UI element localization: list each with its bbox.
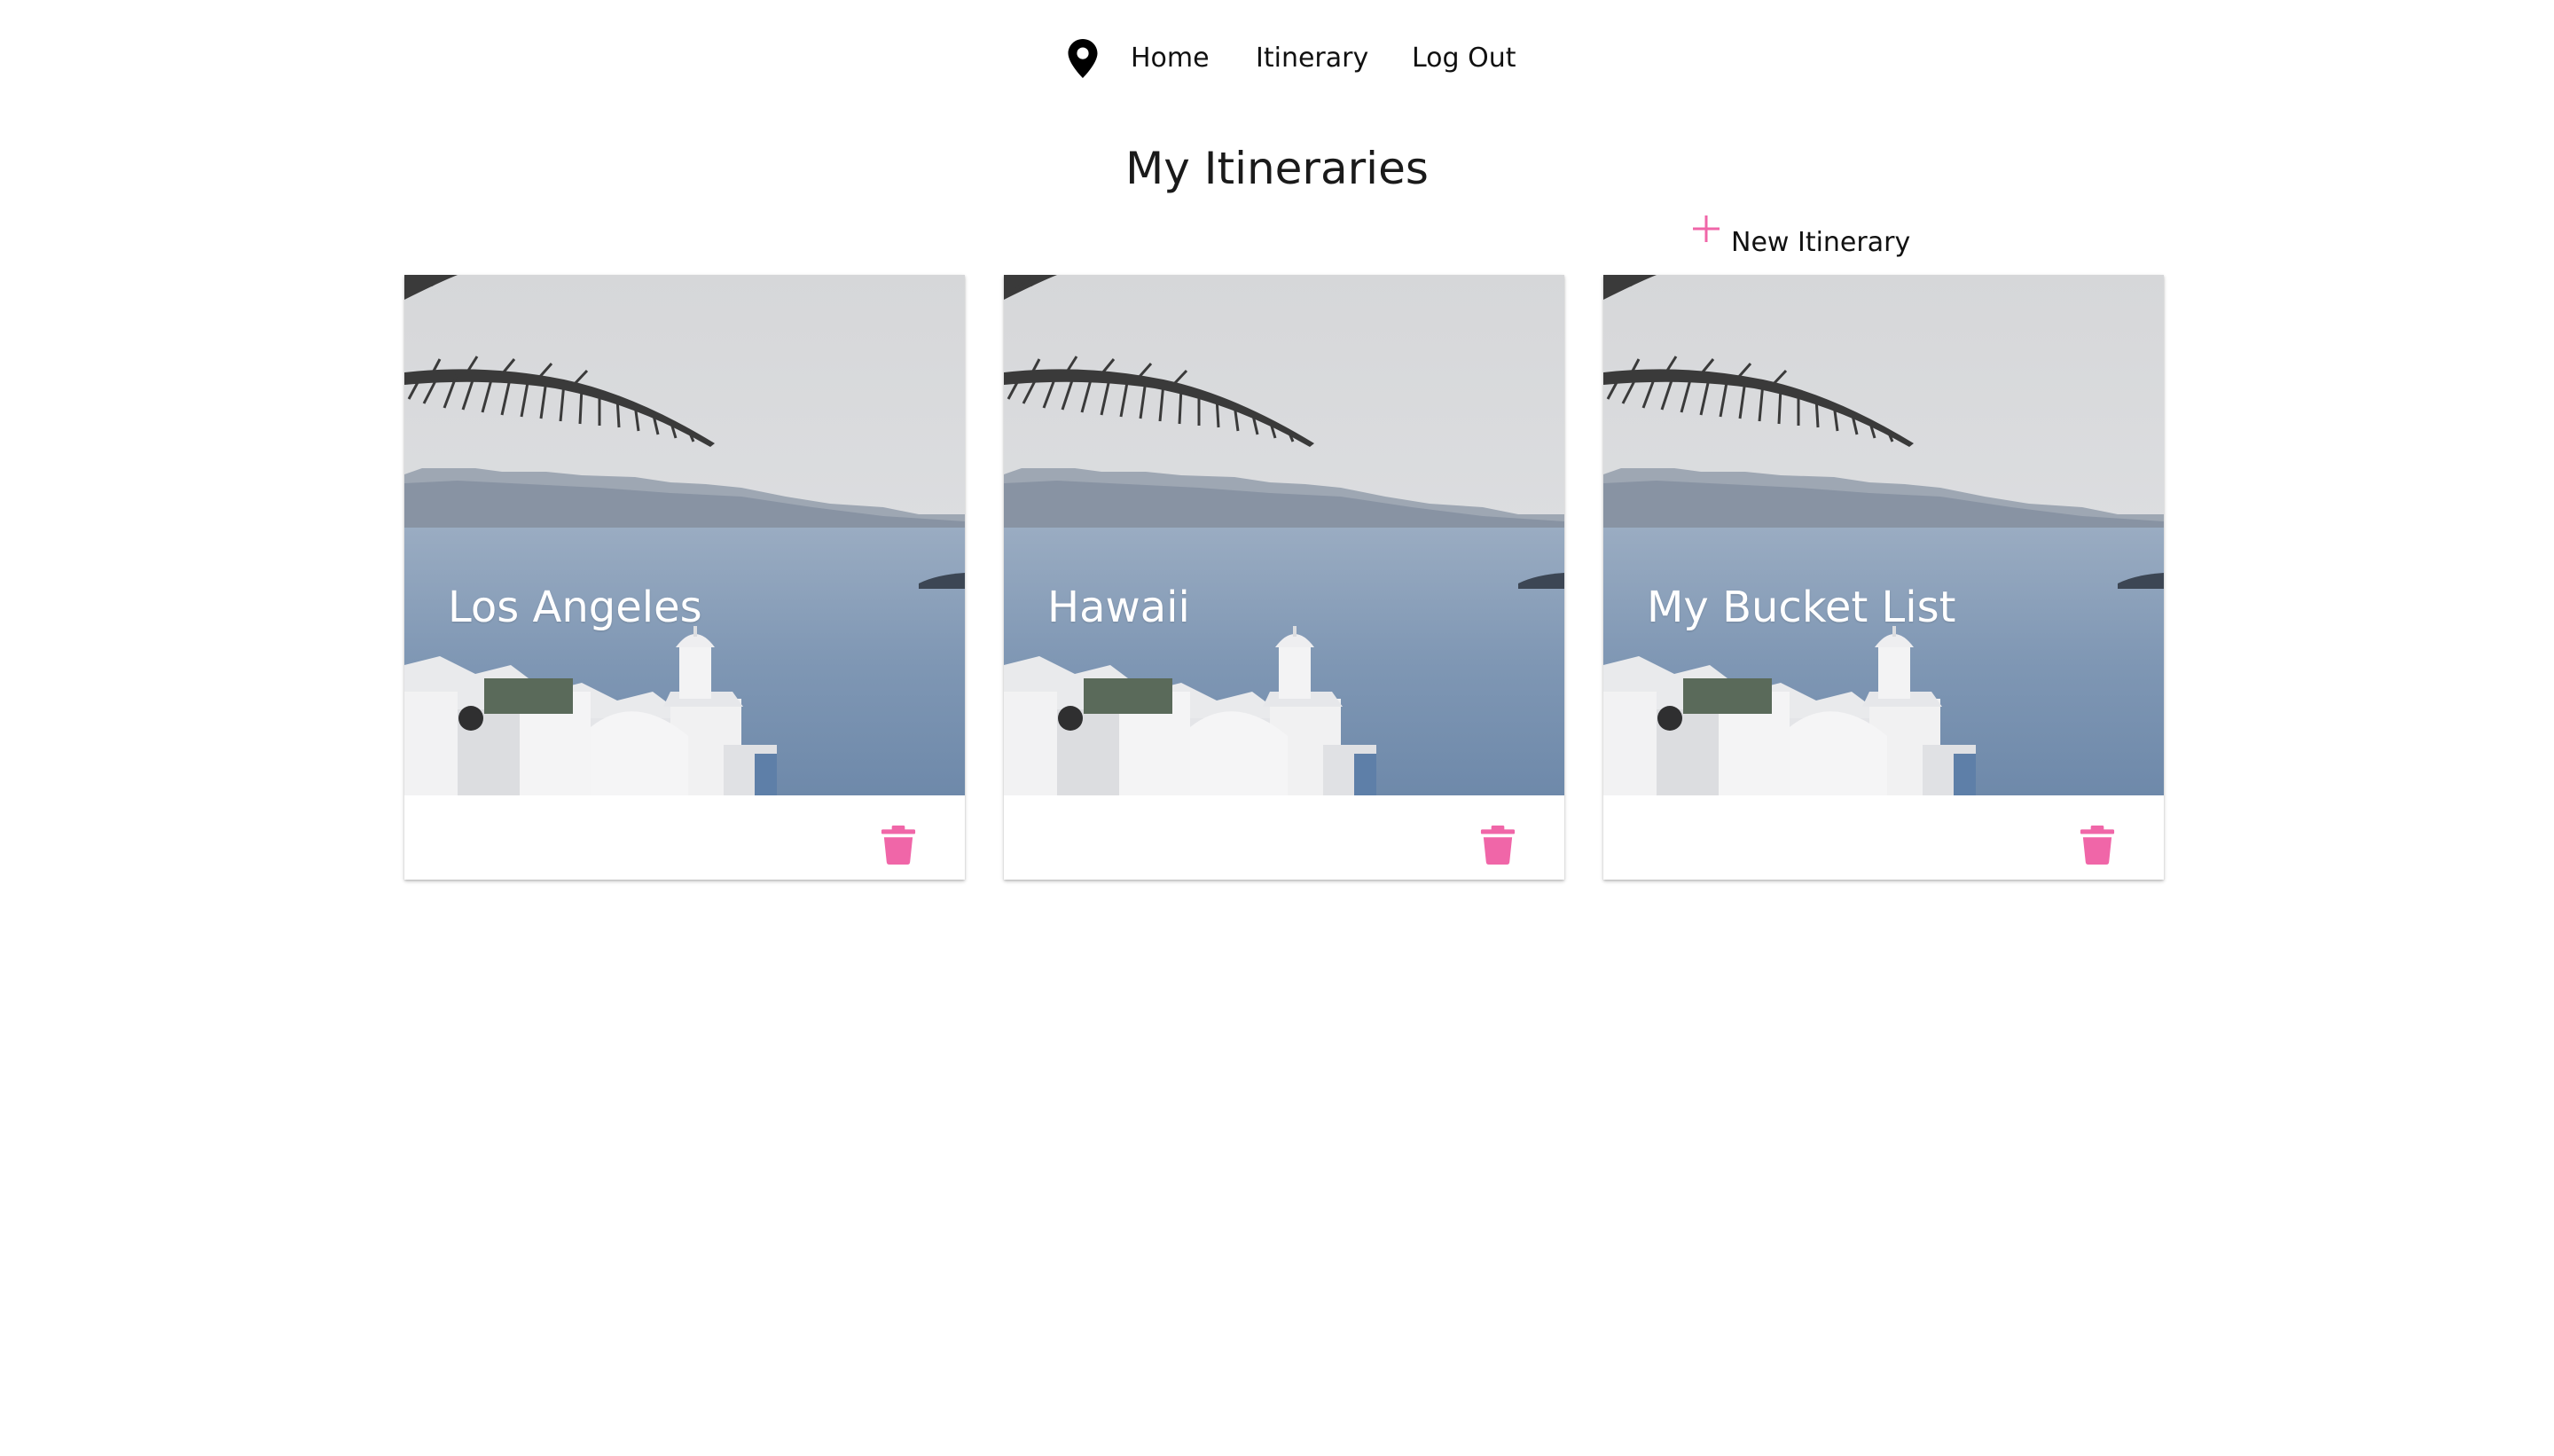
top-nav: Home Itinerary Log Out	[0, 0, 2554, 115]
trash-icon[interactable]	[2079, 826, 2116, 865]
itinerary-card[interactable]: My Bucket List	[1603, 275, 2164, 880]
card-image	[1603, 275, 2164, 795]
page-title: My Itineraries	[1125, 143, 1429, 194]
itinerary-card[interactable]: Los Angeles	[404, 275, 965, 880]
nav-link-home[interactable]: Home	[1131, 41, 1210, 76]
card-title[interactable]: Hawaii	[1047, 581, 1190, 634]
nav-link-itinerary[interactable]: Itinerary	[1256, 41, 1368, 76]
plus-icon	[1693, 215, 1720, 242]
card-image	[1004, 275, 1564, 795]
card-actions	[404, 795, 965, 880]
trash-icon[interactable]	[880, 826, 917, 865]
itinerary-card[interactable]: Hawaii	[1004, 275, 1564, 880]
card-title[interactable]: My Bucket List	[1647, 581, 1955, 634]
card-image	[404, 275, 965, 795]
card-title[interactable]: Los Angeles	[448, 581, 702, 634]
card-actions	[1603, 795, 2164, 880]
trash-icon[interactable]	[1479, 826, 1516, 865]
map-marker-icon[interactable]	[1068, 39, 1098, 78]
card-actions	[1004, 795, 1564, 880]
new-itinerary-label: New Itinerary	[1731, 227, 1911, 258]
nav-link-logout[interactable]: Log Out	[1412, 41, 1516, 76]
